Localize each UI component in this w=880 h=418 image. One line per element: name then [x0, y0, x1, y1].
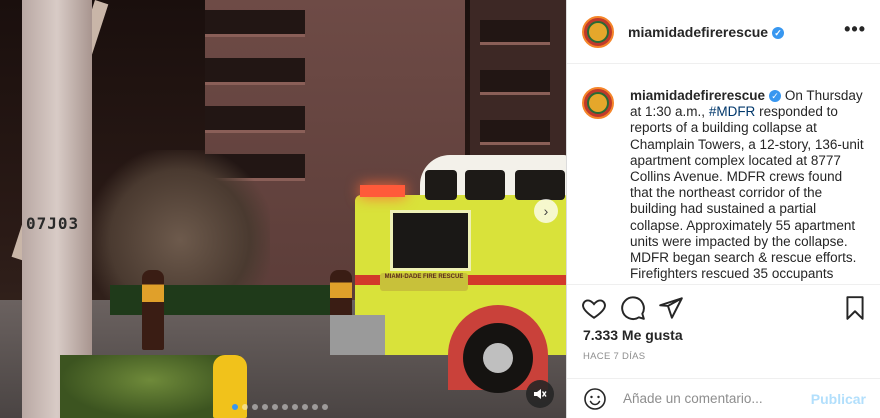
- emergency-light: [360, 185, 405, 197]
- fire-truck: MIAMI-DADE FIRE RESCUE: [330, 155, 566, 393]
- verified-badge-icon: ✓: [769, 90, 782, 103]
- pole-number: 07J03: [26, 214, 80, 233]
- mute-toggle-button[interactable]: [526, 380, 554, 408]
- heart-icon[interactable]: [581, 295, 607, 321]
- publish-button[interactable]: Publicar: [811, 391, 866, 407]
- avatar[interactable]: [582, 15, 614, 48]
- more-options-button[interactable]: •••: [844, 19, 866, 40]
- caption-body: responded to reports of a building colla…: [630, 104, 864, 282]
- carousel-dot: [262, 404, 268, 410]
- caption-avatar[interactable]: [582, 87, 614, 119]
- chevron-right-icon: ›: [543, 203, 549, 219]
- hashtag-link[interactable]: #MDFR: [709, 104, 756, 119]
- smiley-icon[interactable]: [583, 387, 607, 411]
- carousel-dots: [232, 404, 328, 410]
- carousel-dot: [322, 404, 328, 410]
- carousel-dot: [232, 404, 238, 410]
- bookmark-icon[interactable]: [842, 295, 868, 321]
- caption-text: miamidadefirerescue ✓ On Thursday at 1:30…: [630, 88, 865, 282]
- truck-logo: MIAMI-DADE FIRE RESCUE: [380, 273, 468, 291]
- caption-username[interactable]: miamidadefirerescue: [630, 88, 765, 103]
- post-timestamp[interactable]: HACE 7 DÍAS: [583, 351, 645, 362]
- carousel-dot: [312, 404, 318, 410]
- post-caption: miamidadefirerescue ✓ On Thursday at 1:30…: [567, 64, 880, 284]
- carousel-dot: [282, 404, 288, 410]
- post-media[interactable]: 07J03 MIAMI-DADE FIRE RESCUE ›: [0, 0, 566, 418]
- comment-input[interactable]: [621, 390, 810, 407]
- rubble-pile: [90, 150, 270, 300]
- carousel-dot: [242, 404, 248, 410]
- carousel-dot: [252, 404, 258, 410]
- instagram-post: 07J03 MIAMI-DADE FIRE RESCUE › miamidade…: [0, 0, 880, 418]
- carousel-next-button[interactable]: ›: [534, 199, 558, 223]
- firefighter: [142, 270, 164, 350]
- verified-badge-icon: ✓: [772, 26, 785, 39]
- comment-icon[interactable]: [620, 295, 646, 321]
- header-username[interactable]: miamidadefirerescue ✓: [628, 24, 785, 40]
- post-sidebar: miamidadefirerescue ✓ ••• miamidadefirere…: [566, 0, 880, 418]
- carousel-dot: [272, 404, 278, 410]
- action-bar: [567, 284, 880, 328]
- paper-plane-icon[interactable]: [658, 295, 684, 321]
- speaker-muted-icon: [534, 389, 547, 399]
- post-header: miamidadefirerescue ✓ •••: [567, 0, 880, 64]
- adjacent-tower: [470, 0, 566, 170]
- carousel-dot: [302, 404, 308, 410]
- like-count[interactable]: 7.333 Me gusta: [583, 327, 683, 343]
- carousel-dot: [292, 404, 298, 410]
- comment-bar: Publicar: [567, 378, 880, 418]
